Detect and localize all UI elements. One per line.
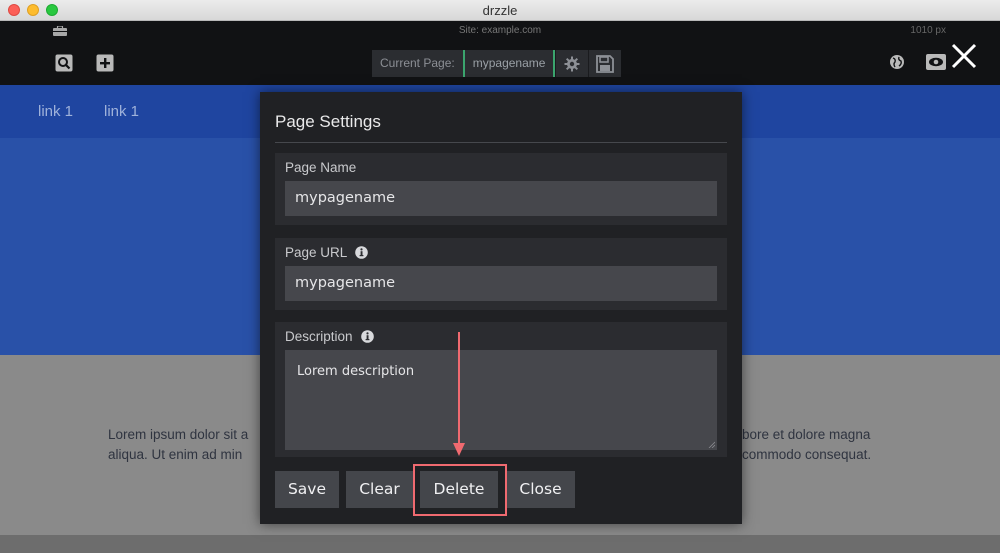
save-page-button[interactable] xyxy=(588,50,622,77)
editor-toolbar: Site: example.com 1010 px Current Page: … xyxy=(0,21,1000,85)
page-url-label-text: Page URL xyxy=(285,245,348,260)
briefcase-icon[interactable] xyxy=(53,26,67,36)
page-url-input[interactable]: mypagename xyxy=(285,266,717,301)
window-close-button[interactable] xyxy=(8,4,20,16)
nav-link[interactable]: link 1 xyxy=(38,103,73,120)
info-icon[interactable] xyxy=(355,246,369,259)
description-group: Description Lorem description xyxy=(275,322,727,457)
preview-page-icon[interactable] xyxy=(55,54,73,72)
nav-link[interactable]: link 1 xyxy=(104,103,139,120)
resize-grip-icon[interactable] xyxy=(708,441,715,448)
description-text: Lorem description xyxy=(297,364,415,379)
page-settings-button[interactable] xyxy=(555,50,589,77)
window-minimize-button[interactable] xyxy=(27,4,39,16)
window-title: drzzle xyxy=(482,3,518,18)
page-name-label-text: Page Name xyxy=(285,160,357,175)
close-icon[interactable] xyxy=(949,41,979,71)
lorem-text-left-1: Lorem ipsum dolor sit a xyxy=(108,427,249,442)
save-button[interactable]: Save xyxy=(275,471,339,508)
site-label: Site: example.com xyxy=(458,25,542,36)
toolbar-info-row: Site: example.com 1010 px xyxy=(0,21,1000,41)
annotation-highlight-box xyxy=(413,464,507,516)
add-page-icon[interactable] xyxy=(96,54,114,72)
current-page-group: Current Page: mypagename xyxy=(372,50,622,77)
page-name-label: Page Name xyxy=(285,160,356,175)
description-label-text: Description xyxy=(285,329,353,344)
lorem-text-right-2: commodo consequat. xyxy=(742,447,872,462)
lorem-text-left-2: aliqua. Ut enim ad min xyxy=(108,447,243,462)
page-name-group: Page Name mypagename xyxy=(275,153,727,225)
lorem-text-right-1: bore et dolore magna xyxy=(742,427,871,442)
settings-icon xyxy=(564,56,580,71)
page-name-input[interactable]: mypagename xyxy=(285,181,717,216)
modal-title: Page Settings xyxy=(275,112,381,131)
page-url-label: Page URL xyxy=(285,245,369,260)
clear-button[interactable]: Clear xyxy=(346,471,413,508)
eye-icon[interactable] xyxy=(926,54,946,72)
description-textarea[interactable]: Lorem description xyxy=(285,350,717,450)
modal-divider xyxy=(275,142,727,143)
page-url-group: Page URL mypagename xyxy=(275,238,727,310)
window-titlebar: drzzle xyxy=(0,0,1000,21)
close-button[interactable]: Close xyxy=(506,471,575,508)
viewport-width-label: 1010 px xyxy=(910,25,946,36)
save-icon xyxy=(596,54,615,73)
annotation-arrow-icon xyxy=(453,332,465,456)
current-page-name[interactable]: mypagename xyxy=(462,50,556,77)
footer-strip xyxy=(0,535,1000,553)
current-page-label: Current Page: xyxy=(372,50,463,77)
description-label: Description xyxy=(285,329,374,344)
globe-icon[interactable] xyxy=(889,54,907,72)
page-settings-modal: Page Settings Page Name mypagename Page … xyxy=(260,92,742,524)
info-icon[interactable] xyxy=(360,330,374,343)
window-zoom-button[interactable] xyxy=(46,4,58,16)
